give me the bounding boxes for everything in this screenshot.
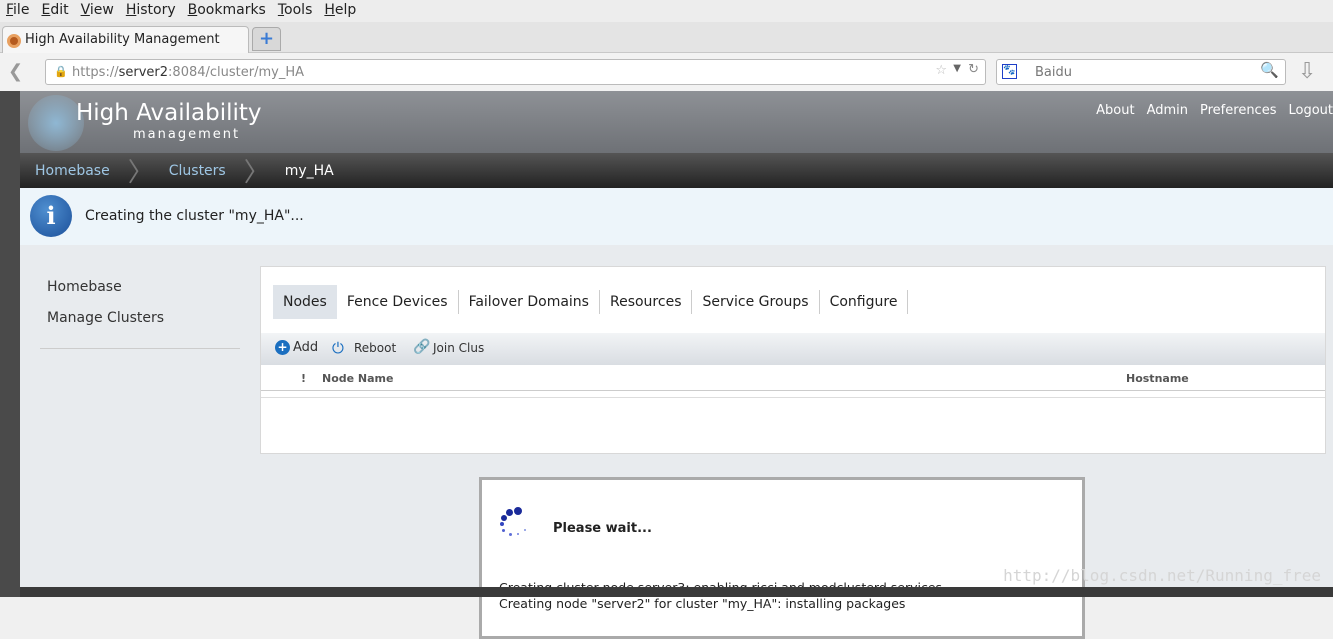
link-admin[interactable]: Admin: [1147, 103, 1188, 118]
chevron-down-icon[interactable]: ▼: [953, 63, 961, 74]
baidu-paw-icon[interactable]: 🐾: [1002, 64, 1017, 79]
table-header: ! Node Name Hostname: [261, 365, 1325, 391]
tab-failover-domains[interactable]: Failover Domains: [459, 290, 600, 314]
info-message: Creating the cluster "my_HA"...: [85, 208, 304, 224]
url-bar[interactable]: 🔒 https://server2:8084/cluster/my_HA ☆ ▼…: [45, 59, 986, 85]
tab-strip: High Availability Management +: [0, 22, 1333, 53]
sidebar-divider: [40, 348, 240, 349]
tab-resources[interactable]: Resources: [600, 290, 693, 314]
menu-view[interactable]: View: [75, 0, 120, 22]
status-line: Creating node "server2" for cluster "my_…: [499, 596, 906, 611]
menu-bar: File Edit View History Bookmarks Tools H…: [0, 0, 1333, 22]
url-scheme: https://: [72, 65, 119, 80]
app-header: High Availability management About Admin…: [20, 91, 1333, 153]
app: High Availability management About Admin…: [0, 91, 1333, 639]
col-hostname[interactable]: Hostname: [1126, 372, 1189, 385]
search-placeholder: Baidu: [1035, 65, 1072, 80]
col-status[interactable]: !: [301, 372, 306, 385]
breadcrumb-clusters[interactable]: Clusters: [154, 163, 244, 179]
info-bar: i Creating the cluster "my_HA"...: [20, 188, 1333, 245]
breadcrumb-separator: 〉: [243, 158, 270, 188]
tab-service-groups[interactable]: Service Groups: [692, 290, 820, 314]
reboot-button[interactable]: Reboot: [354, 341, 396, 355]
link-about[interactable]: About: [1096, 103, 1134, 118]
search-input[interactable]: 🐾 Baidu 🔍: [996, 59, 1286, 85]
top-links: About Admin Preferences Logout: [1096, 103, 1333, 118]
dialog-title: Please wait...: [553, 521, 652, 536]
col-node-name[interactable]: Node Name: [322, 372, 393, 385]
breadcrumb-current: my_HA: [284, 162, 334, 179]
spinner-icon: [500, 507, 536, 547]
menu-bookmarks[interactable]: Bookmarks: [182, 0, 272, 22]
bookmark-star-icon[interactable]: ☆: [935, 63, 947, 78]
watermark: http://blog.csdn.net/Running_free: [1003, 566, 1321, 585]
menu-help[interactable]: Help: [318, 0, 362, 22]
lock-icon: 🔒: [54, 65, 68, 78]
table-body: [261, 397, 1325, 454]
menu-history[interactable]: History: [120, 0, 182, 22]
tabs: Nodes Fence Devices Failover Domains Res…: [273, 285, 909, 319]
logo-subtitle: management: [133, 127, 241, 142]
bottom-border: [20, 587, 1333, 597]
new-tab-button[interactable]: +: [252, 27, 281, 51]
link-preferences[interactable]: Preferences: [1200, 103, 1276, 118]
favicon-gear-icon: [7, 34, 21, 48]
cluster-panel: Nodes Fence Devices Failover Domains Res…: [260, 266, 1326, 454]
power-icon[interactable]: ⏻: [332, 339, 344, 357]
link-icon[interactable]: 🔗: [413, 339, 430, 355]
url-path: :8084/cluster/my_HA: [168, 65, 305, 80]
sidebar-item-homebase[interactable]: Homebase: [47, 279, 122, 295]
url-host: server2: [118, 65, 169, 80]
join-cluster-button[interactable]: Join Clus: [433, 341, 484, 355]
logo-title: High Availability: [76, 100, 262, 126]
toolbar: + Add ⏻ Reboot 🔗 Join Clus: [261, 333, 1325, 365]
add-button[interactable]: Add: [293, 340, 318, 355]
sidebar-item-manage-clusters[interactable]: Manage Clusters: [47, 310, 164, 326]
menu-file[interactable]: File: [0, 0, 35, 22]
tab-configure[interactable]: Configure: [820, 290, 909, 314]
content: Homebase Manage Clusters Nodes Fence Dev…: [20, 245, 1333, 639]
back-icon[interactable]: ❮: [8, 61, 23, 82]
breadcrumb-separator: 〉: [127, 158, 154, 188]
add-icon[interactable]: +: [275, 340, 290, 355]
breadcrumb-homebase[interactable]: Homebase: [20, 163, 128, 179]
reload-icon[interactable]: ↻: [968, 62, 979, 77]
download-icon[interactable]: ⇩: [1298, 59, 1316, 84]
nav-bar: ❮ 🔒 https://server2:8084/cluster/my_HA ☆…: [0, 53, 1333, 91]
please-wait-dialog: Please wait... Creating cluster node ser…: [479, 477, 1085, 639]
browser-tab[interactable]: High Availability Management: [2, 26, 249, 53]
menu-edit[interactable]: Edit: [35, 0, 74, 22]
tab-nodes[interactable]: Nodes: [273, 285, 337, 319]
info-icon: i: [30, 195, 72, 237]
menu-tools[interactable]: Tools: [272, 0, 319, 22]
search-icon[interactable]: 🔍: [1260, 61, 1279, 79]
tab-fence-devices[interactable]: Fence Devices: [337, 290, 459, 314]
tab-title: High Availability Management: [25, 32, 220, 47]
breadcrumb: Homebase 〉 Clusters 〉 my_HA: [20, 153, 1333, 188]
link-logout[interactable]: Logout: [1288, 103, 1333, 118]
